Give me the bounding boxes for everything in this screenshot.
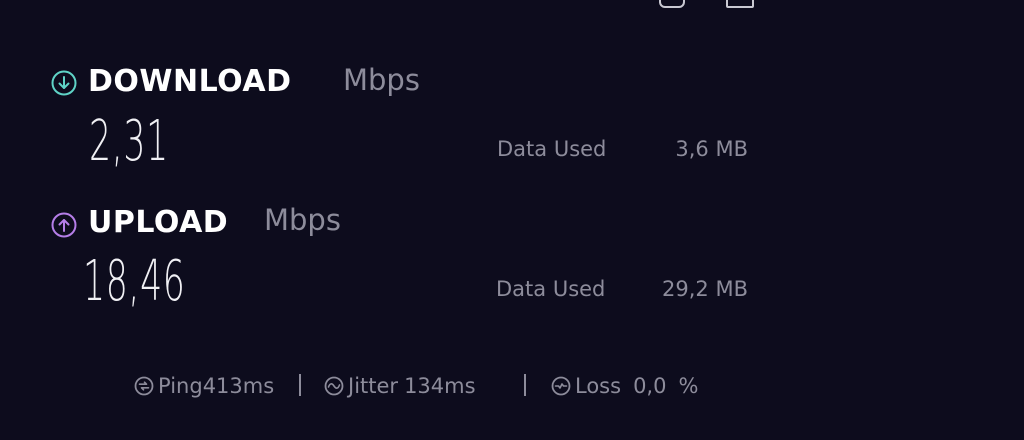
metric-divider bbox=[524, 374, 526, 396]
download-unit: Mbps bbox=[343, 63, 420, 97]
upload-unit: Mbps bbox=[264, 203, 341, 237]
download-speed-value: 2,31 bbox=[89, 109, 169, 174]
ping-unit: ms bbox=[242, 374, 275, 398]
arrow-down-circle-icon bbox=[51, 70, 77, 96]
jitter-metric: Jitter 134 ms bbox=[324, 373, 476, 399]
window-icon[interactable] bbox=[726, 0, 754, 8]
metric-divider bbox=[299, 374, 301, 396]
loss-label: Loss bbox=[575, 374, 622, 398]
download-title: DOWNLOAD bbox=[88, 64, 292, 99]
ping-label: Ping bbox=[158, 374, 203, 398]
jitter-icon bbox=[324, 376, 344, 396]
upload-data-used-value: 29,2 MB bbox=[662, 277, 748, 301]
upload-speed-value: 18,46 bbox=[83, 249, 186, 314]
jitter-unit: ms bbox=[444, 374, 476, 398]
download-data-used-label: Data Used bbox=[497, 137, 607, 161]
top-toolbar-icons bbox=[0, 0, 1024, 14]
ping-value: 413 bbox=[202, 374, 243, 398]
device-icon[interactable] bbox=[659, 0, 685, 8]
jitter-label: Jitter bbox=[348, 374, 399, 398]
arrow-up-circle-icon bbox=[51, 212, 77, 238]
upload-data-used-label: Data Used bbox=[496, 277, 606, 301]
download-data-used-value: 3,6 MB bbox=[675, 137, 748, 161]
upload-title: UPLOAD bbox=[88, 205, 229, 240]
loss-unit: % bbox=[678, 374, 699, 398]
ping-metric: Ping 413 ms bbox=[134, 373, 274, 399]
loss-metric: Loss 0,0% bbox=[551, 373, 698, 399]
ping-icon bbox=[134, 376, 154, 396]
jitter-value: 134 bbox=[404, 374, 445, 398]
loss-icon bbox=[551, 376, 571, 396]
loss-value: 0,0 bbox=[633, 374, 667, 398]
